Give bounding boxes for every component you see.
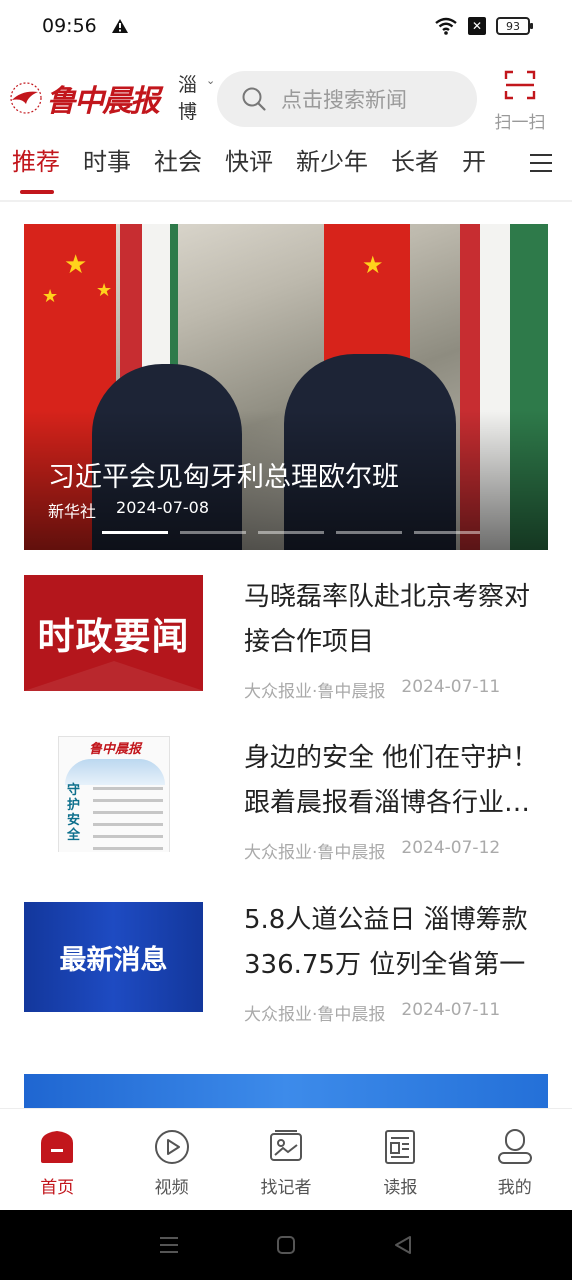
app-header: 鲁中晨报 淄博 ⌄ 点击搜索新闻 扫一扫 <box>0 64 572 134</box>
tab-recommend[interactable]: 推荐 <box>12 144 60 194</box>
carousel-dot <box>258 531 324 534</box>
thumbnail-text: 时政要闻 <box>37 614 190 658</box>
carousel-dot <box>102 531 168 534</box>
nav-label: 视频 <box>154 1178 189 1198</box>
article-date: 2024-07-12 <box>401 838 501 858</box>
scan-button[interactable]: 扫一扫 <box>490 70 550 133</box>
scan-label: 扫一扫 <box>494 113 546 133</box>
status-bar: 09:56 ✕ 93 <box>0 0 572 52</box>
news-list-item[interactable]: 鲁中晨报 守护安全 身边的安全 他们在守护！跟着晨报看淄博各行业… 大众报业·鲁… <box>24 736 548 876</box>
paper-masthead: 鲁中晨报 <box>88 741 141 757</box>
news-list-item[interactable]: 最新消息 5.8人道公益日 淄博筹款336.75万 位列全省第一 大众报业·鲁中… <box>24 898 548 1038</box>
article-date: 2024-07-11 <box>401 677 501 697</box>
channel-tabs: 推荐 时事 社会 快评 新少年 长者开 <box>0 138 572 202</box>
app-logo[interactable]: 鲁中晨报 <box>8 78 170 119</box>
nav-label: 我的 <box>497 1178 532 1198</box>
carousel-dot <box>414 531 480 534</box>
nav-label: 首页 <box>40 1178 75 1198</box>
bottom-navigation: 首页 视频 找记者 读报 我的 <box>0 1108 572 1210</box>
chevron-down-icon[interactable]: ⌄ <box>206 74 215 87</box>
nav-read-paper[interactable]: 读报 <box>350 1127 450 1210</box>
paper-headline: 守护安全 <box>67 783 81 843</box>
channel-menu-icon[interactable] <box>530 154 552 176</box>
carousel-dot <box>336 531 402 534</box>
search-placeholder: 点击搜索新闻 <box>281 88 407 112</box>
notification-x-icon: ✕ <box>468 17 486 35</box>
carousel-dot <box>180 531 246 534</box>
wifi-icon <box>435 17 457 35</box>
thumbnail-text: 最新消息 <box>59 944 168 976</box>
back-icon[interactable] <box>391 1233 415 1257</box>
battery-level: 93 <box>506 19 520 33</box>
news-list-item[interactable]: 时政要闻 马晓磊率队赴北京考察对接合作项目 大众报业·鲁中晨报 2024-07-… <box>24 575 548 715</box>
article-title: 马晓磊率队赴北京考察对接合作项目 <box>244 582 531 657</box>
video-play-icon <box>154 1130 189 1164</box>
search-icon <box>242 87 266 111</box>
logo-text: 鲁中晨报 <box>46 84 160 119</box>
nav-video[interactable]: 视频 <box>122 1127 222 1210</box>
article-date: 2024-07-11 <box>401 1000 501 1020</box>
tab-commentary[interactable]: 快评 <box>225 144 273 194</box>
home-icon <box>41 1131 74 1163</box>
article-source: 大众报业·鲁中晨报 <box>244 843 386 863</box>
tab-elders[interactable]: 长者 <box>391 144 439 194</box>
tab-partial[interactable]: 开 <box>462 144 486 194</box>
system-navigation-bar <box>0 1210 572 1280</box>
city-selector[interactable]: 淄博 <box>178 72 200 126</box>
reporter-icon <box>269 1130 302 1161</box>
search-bar[interactable]: 点击搜索新闻 <box>217 71 477 127</box>
newspaper-icon <box>385 1130 416 1164</box>
scan-icon <box>504 70 536 100</box>
nav-label: 读报 <box>383 1178 418 1198</box>
article-thumbnail: 时政要闻 <box>24 575 203 691</box>
headline-carousel[interactable]: ★ ★ ★ ★ 习近平会见匈牙利总理欧尔班 新华社 2024-07-08 <box>24 224 548 550</box>
nav-home[interactable]: 首页 <box>7 1127 107 1210</box>
article-title: 5.8人道公益日 淄博筹款336.75万 位列全省第一 <box>244 905 528 980</box>
tab-society[interactable]: 社会 <box>154 144 202 194</box>
tab-youth[interactable]: 新少年 <box>296 144 368 194</box>
battery-icon: 93 <box>496 17 533 35</box>
next-item-peek[interactable] <box>24 1074 548 1108</box>
article-source: 大众报业·鲁中晨报 <box>244 682 386 702</box>
nav-reporter[interactable]: 找记者 <box>236 1127 336 1210</box>
article-source: 大众报业·鲁中晨报 <box>244 1005 386 1025</box>
banner-date: 2024-07-08 <box>116 498 209 517</box>
newspaper-page-image: 鲁中晨报 守护安全 <box>58 736 170 852</box>
banner-source: 新华社 <box>48 502 97 521</box>
carousel-indicator <box>102 531 480 534</box>
status-time: 09:56 <box>42 15 97 37</box>
recent-apps-icon[interactable] <box>157 1233 181 1257</box>
nav-profile[interactable]: 我的 <box>465 1127 565 1210</box>
alert-icon <box>111 19 128 33</box>
home-button-icon[interactable] <box>274 1233 298 1257</box>
article-thumbnail: 鲁中晨报 守护安全 <box>24 736 203 852</box>
article-title: 身边的安全 他们在守护！跟着晨报看淄博各行业… <box>244 743 539 818</box>
banner-title: 习近平会见匈牙利总理欧尔班 <box>48 462 399 493</box>
profile-icon <box>497 1129 532 1164</box>
tab-current-affairs[interactable]: 时事 <box>83 144 131 194</box>
nav-label: 找记者 <box>260 1178 312 1198</box>
article-thumbnail: 最新消息 <box>24 902 203 1012</box>
logo-bird-icon <box>10 82 42 114</box>
